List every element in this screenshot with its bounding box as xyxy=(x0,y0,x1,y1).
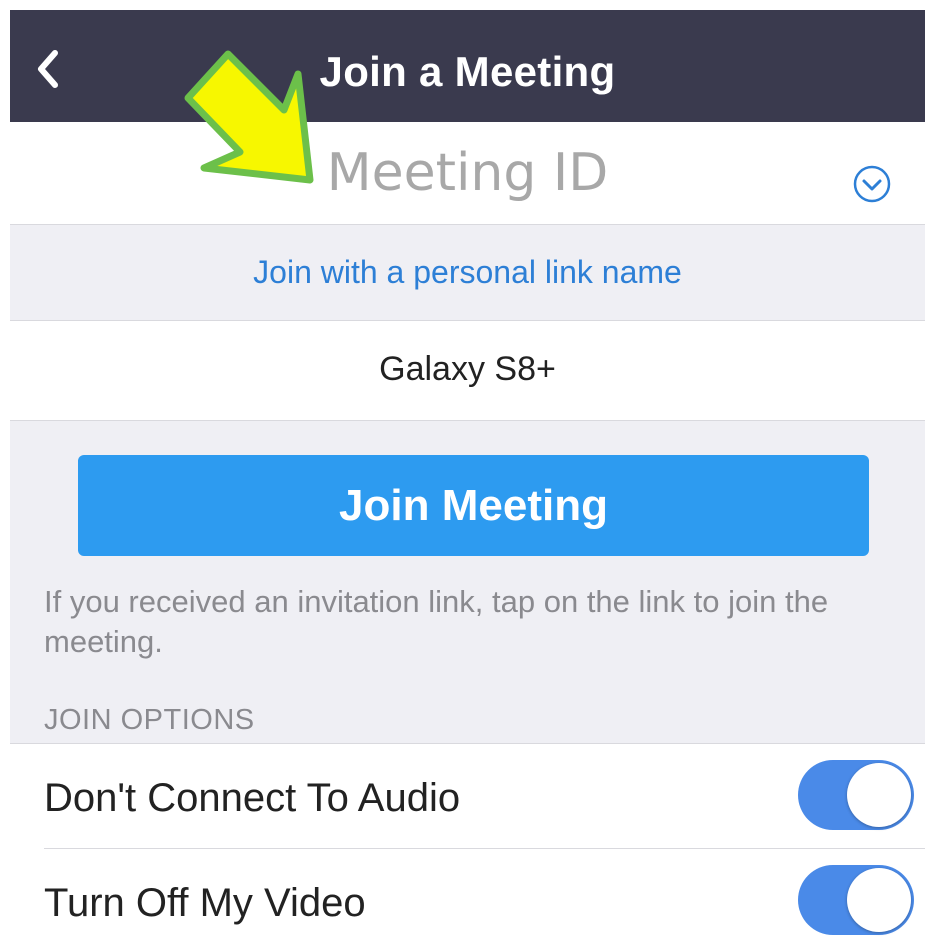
meeting-id-row xyxy=(10,122,925,225)
toggle-knob xyxy=(847,763,911,827)
option-row-no-audio: Don't Connect To Audio xyxy=(10,743,925,849)
meeting-id-input[interactable] xyxy=(10,142,925,204)
invitation-hint-text: If you received an invitation link, tap … xyxy=(44,584,829,659)
join-meeting-button[interactable]: Join Meeting xyxy=(78,455,869,556)
personal-link-row[interactable]: Join with a personal link name xyxy=(10,225,925,321)
option-row-video-off: Turn Off My Video xyxy=(10,849,925,940)
join-meeting-screen: Join a Meeting Join with a personal link… xyxy=(10,10,925,940)
option-label-no-audio: Don't Connect To Audio xyxy=(44,776,461,820)
option-label-video-off: Turn Off My Video xyxy=(44,881,366,925)
display-name-input[interactable] xyxy=(10,343,925,395)
join-options-heading: JOIN OPTIONS xyxy=(44,704,255,736)
header-bar: Join a Meeting xyxy=(10,10,925,122)
toggle-knob xyxy=(847,868,911,932)
video-off-toggle[interactable] xyxy=(798,865,914,935)
display-name-row xyxy=(10,321,925,421)
annotation-arrow-icon xyxy=(184,50,314,184)
personal-link-label[interactable]: Join with a personal link name xyxy=(253,254,682,291)
meeting-id-dropdown-button[interactable] xyxy=(852,164,892,204)
no-audio-toggle[interactable] xyxy=(798,760,914,830)
page-title: Join a Meeting xyxy=(319,48,616,95)
chevron-down-circle-icon xyxy=(853,165,891,203)
